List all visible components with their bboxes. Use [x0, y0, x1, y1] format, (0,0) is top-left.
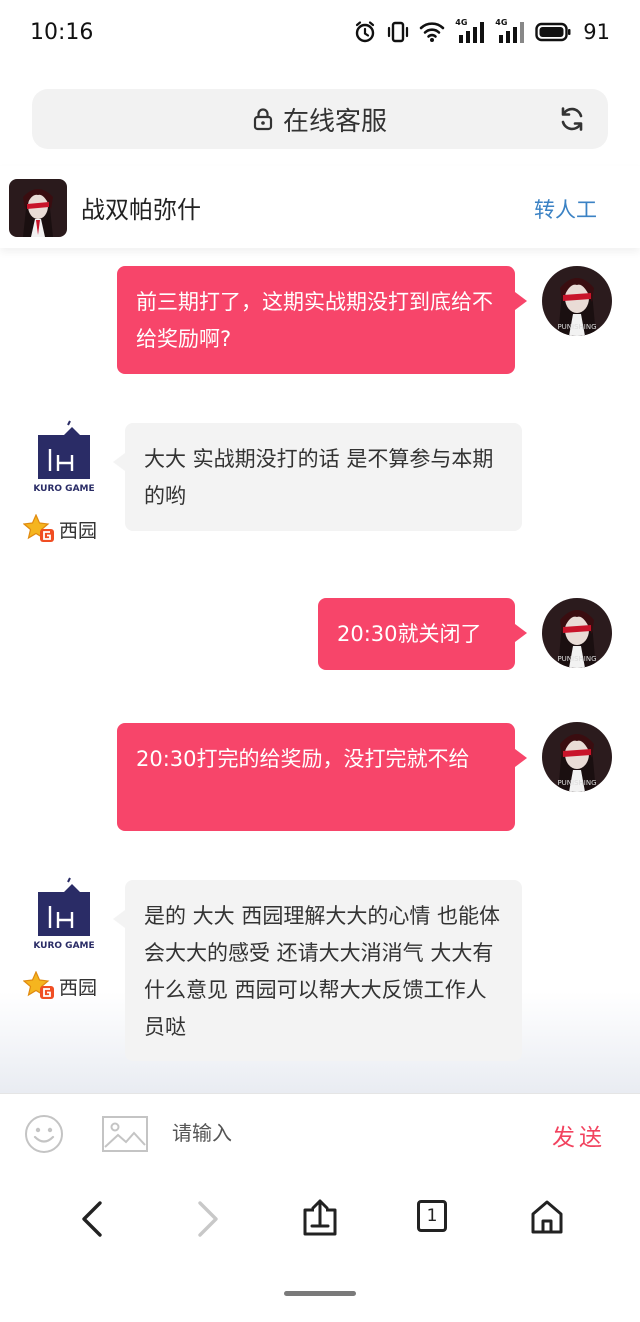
tabs-button[interactable]: 1	[417, 1200, 447, 1232]
signal-icon-2	[499, 22, 525, 43]
agent-avatar[interactable]: KURO GAME	[28, 419, 104, 495]
share-icon[interactable]	[301, 1198, 339, 1238]
user-message: 20:30打完的给奖励，没打完就不给	[117, 723, 527, 831]
wifi-icon	[419, 22, 445, 42]
agent-name-tag: 西园	[23, 971, 97, 1001]
message-text: 20:30打完的给奖励，没打完就不给	[136, 747, 470, 771]
chat-title: 战双帕弥什	[81, 196, 201, 224]
message-text: 大大 实战期没打的话 是不算参与本期的哟	[144, 447, 494, 508]
status-icons: 4G 4G 91	[353, 18, 610, 44]
url-bar[interactable]: 在线客服	[32, 89, 608, 149]
user-message: 前三期打了，这期实战期没打到底给不给奖励啊?	[117, 266, 527, 374]
message-text: 前三期打了，这期实战期没打到底给不给奖励啊?	[136, 290, 493, 351]
alarm-icon	[356, 21, 375, 43]
browser-nav: 1	[0, 1174, 640, 1264]
message-input[interactable]	[170, 1110, 514, 1156]
svg-text:PUNISHING: PUNISHING	[557, 323, 596, 331]
signal-group-1: 4G	[455, 18, 485, 44]
input-bar: 发送	[0, 1093, 640, 1175]
agent-name: 西园	[59, 519, 98, 542]
vibrate-icon	[388, 21, 409, 43]
page: 10:16 4G 4G 91 在线客服 战双帕弥什 转人工 前三期打了，这期实战…	[0, 0, 640, 1322]
lock-icon	[253, 108, 273, 131]
agent-badge-icon	[23, 971, 54, 999]
user-avatar[interactable]: PUNISHING	[542, 722, 612, 792]
agent-name-tag: 西园	[23, 514, 97, 544]
svg-text:KURO GAME: KURO GAME	[33, 484, 94, 494]
agent-avatar[interactable]: KURO GAME	[28, 876, 104, 952]
back-icon[interactable]	[78, 1200, 108, 1238]
home-icon[interactable]	[529, 1198, 565, 1236]
emoji-icon[interactable]	[24, 1114, 64, 1154]
status-bar: 10:16 4G 4G 91	[0, 0, 640, 64]
chat-header: 战双帕弥什 转人工	[0, 166, 640, 248]
svg-text:PUNISHING: PUNISHING	[557, 779, 596, 787]
send-button[interactable]: 发送	[552, 1118, 606, 1152]
user-avatar[interactable]: PUNISHING	[542, 598, 612, 668]
agent-badge-icon	[23, 514, 54, 542]
signal-icon	[459, 22, 485, 43]
battery-level: 91	[583, 20, 610, 44]
chat-messages[interactable]: 前三期打了，这期实战期没打到底给不给奖励啊? PUNISHING KURO GA…	[0, 248, 640, 1093]
agent-name: 西园	[59, 976, 98, 999]
message-text: 是的 大大 西园理解大大的心情 也能体会大大的感受 还请大大消消气 大大有什么意…	[144, 904, 501, 1039]
status-time: 10:16	[30, 19, 94, 45]
transfer-to-human-button[interactable]: 转人工	[534, 194, 597, 224]
agent-message: 大大 实战期没打的话 是不算参与本期的哟	[113, 423, 522, 531]
home-indicator[interactable]	[284, 1291, 356, 1296]
svg-text:PUNISHING: PUNISHING	[557, 655, 596, 663]
agent-message: 是的 大大 西园理解大大的心情 也能体会大大的感受 还请大大消消气 大大有什么意…	[113, 880, 522, 1061]
reload-icon[interactable]	[558, 105, 586, 133]
tabs-count: 1	[426, 1206, 438, 1226]
forward-icon[interactable]	[192, 1200, 222, 1238]
user-message: 20:30就关闭了	[318, 598, 527, 670]
svg-text:KURO GAME: KURO GAME	[33, 941, 94, 951]
image-icon[interactable]	[102, 1116, 148, 1152]
page-title: 在线客服	[282, 106, 387, 137]
battery-icon	[535, 22, 571, 42]
game-avatar	[9, 179, 67, 237]
signal-group-2: 4G	[495, 18, 525, 44]
user-avatar[interactable]: PUNISHING	[542, 266, 612, 336]
message-text: 20:30就关闭了	[337, 622, 482, 646]
